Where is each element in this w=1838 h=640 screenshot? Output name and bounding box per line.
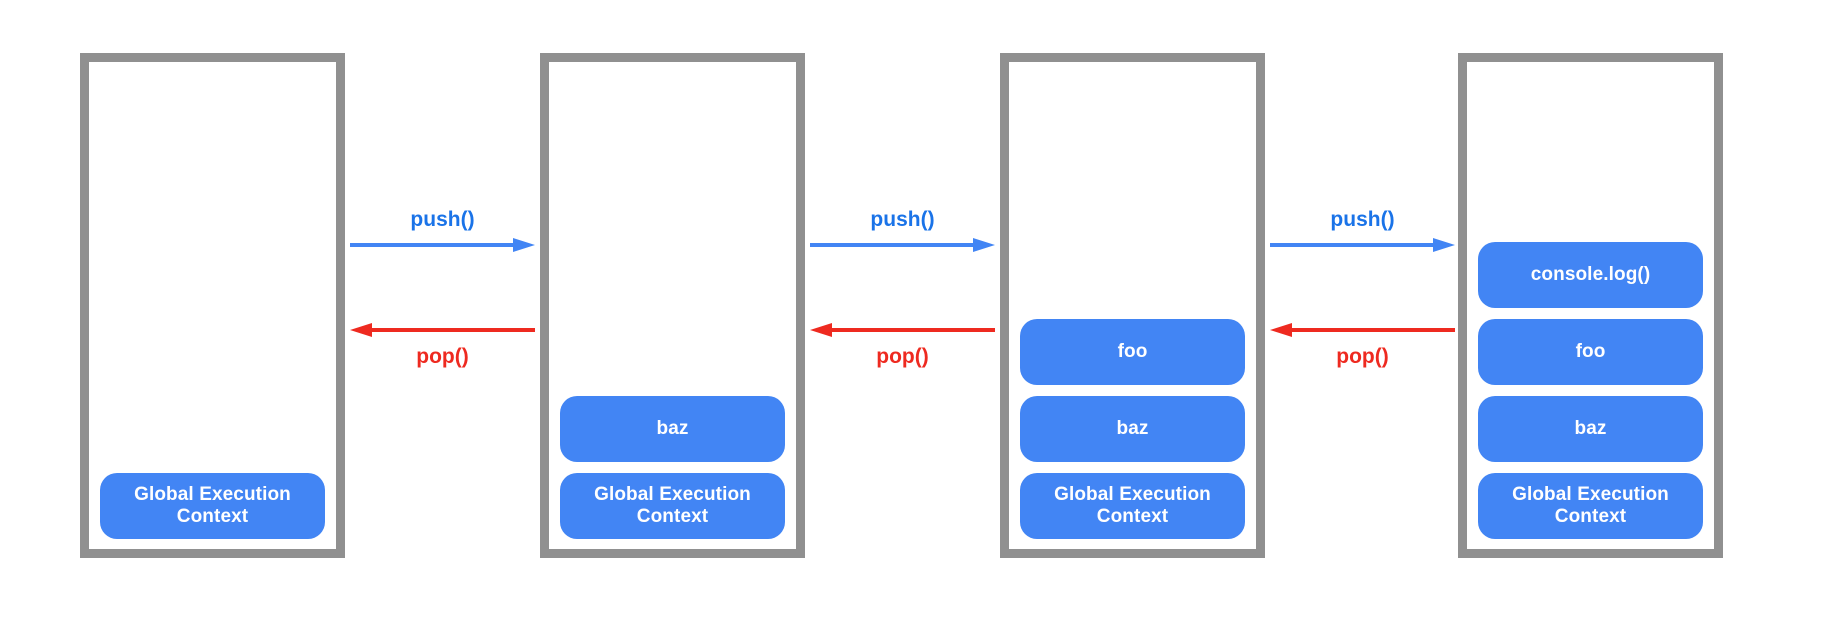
- call-stack-2: baz Global Execution Context: [540, 53, 805, 558]
- frame-label-line1: Global Execution: [1054, 484, 1211, 506]
- pop-label-3: pop(): [1336, 345, 1389, 368]
- call-stack-4-frames: console.log() foo baz Global Execution Co…: [1478, 231, 1703, 539]
- stack-frame-baz: baz: [560, 396, 785, 462]
- pop-arrow-icon: [1270, 323, 1455, 337]
- frame-label: baz: [1574, 418, 1607, 440]
- pop-arrow-2: pop(): [810, 322, 995, 367]
- pop-label-1: pop(): [416, 345, 469, 368]
- frame-label: foo: [1117, 341, 1148, 363]
- push-arrow-1: push(): [350, 209, 535, 253]
- stack-frame-console-log: console.log(): [1478, 242, 1703, 308]
- push-arrow-3: push(): [1270, 209, 1455, 253]
- frame-label: Global Execution Context: [594, 484, 751, 527]
- frame-label-line1: Global Execution: [594, 484, 751, 506]
- pop-arrow-icon: [350, 323, 535, 337]
- stack-frame-global-execution-context: Global Execution Context: [1478, 473, 1703, 539]
- frame-label-line1: Global Execution: [134, 484, 291, 506]
- stack-frame-global-execution-context: Global Execution Context: [560, 473, 785, 539]
- pop-label-2: pop(): [876, 345, 929, 368]
- pop-arrow-3: pop(): [1270, 322, 1455, 367]
- stack-frame-foo: foo: [1020, 319, 1245, 385]
- frame-label-line2: Context: [1096, 506, 1169, 527]
- frame-label-line2: Context: [1554, 506, 1627, 527]
- call-stack-2-frames: baz Global Execution Context: [560, 385, 785, 539]
- frame-label-line1: Global Execution: [1512, 484, 1669, 506]
- call-stack-3-frames: foo baz Global Execution Context: [1020, 308, 1245, 539]
- stack-frame-baz: baz: [1020, 396, 1245, 462]
- call-stack-diagram: Global Execution Context push() pop() baz: [0, 0, 1838, 640]
- call-stack-3: foo baz Global Execution Context: [1000, 53, 1265, 558]
- frame-label: console.log(): [1530, 264, 1651, 286]
- stack-frame-foo: foo: [1478, 319, 1703, 385]
- stack-frame-global-execution-context: Global Execution Context: [1020, 473, 1245, 539]
- push-label-2: push(): [870, 208, 935, 231]
- frame-label: foo: [1575, 341, 1606, 363]
- push-arrow-icon: [350, 238, 535, 252]
- call-stack-4: console.log() foo baz Global Execution Co…: [1458, 53, 1723, 558]
- push-arrow-2: push(): [810, 209, 995, 253]
- push-arrow-icon: [810, 238, 995, 252]
- stack-frame-global-execution-context: Global Execution Context: [100, 473, 325, 539]
- pop-arrow-icon: [810, 323, 995, 337]
- call-stack-1-frames: Global Execution Context: [100, 462, 325, 539]
- frame-label-line2: Context: [176, 506, 249, 527]
- frame-label: Global Execution Context: [134, 484, 291, 527]
- frame-label: Global Execution Context: [1054, 484, 1211, 527]
- stack-frame-baz: baz: [1478, 396, 1703, 462]
- pop-arrow-1: pop(): [350, 322, 535, 367]
- frame-label: baz: [1116, 418, 1149, 440]
- call-stack-1: Global Execution Context: [80, 53, 345, 558]
- frame-label: baz: [656, 418, 689, 440]
- push-arrow-icon: [1270, 238, 1455, 252]
- push-label-3: push(): [1330, 208, 1395, 231]
- frame-label-line2: Context: [636, 506, 709, 527]
- frame-label: Global Execution Context: [1512, 484, 1669, 527]
- push-label-1: push(): [410, 208, 475, 231]
